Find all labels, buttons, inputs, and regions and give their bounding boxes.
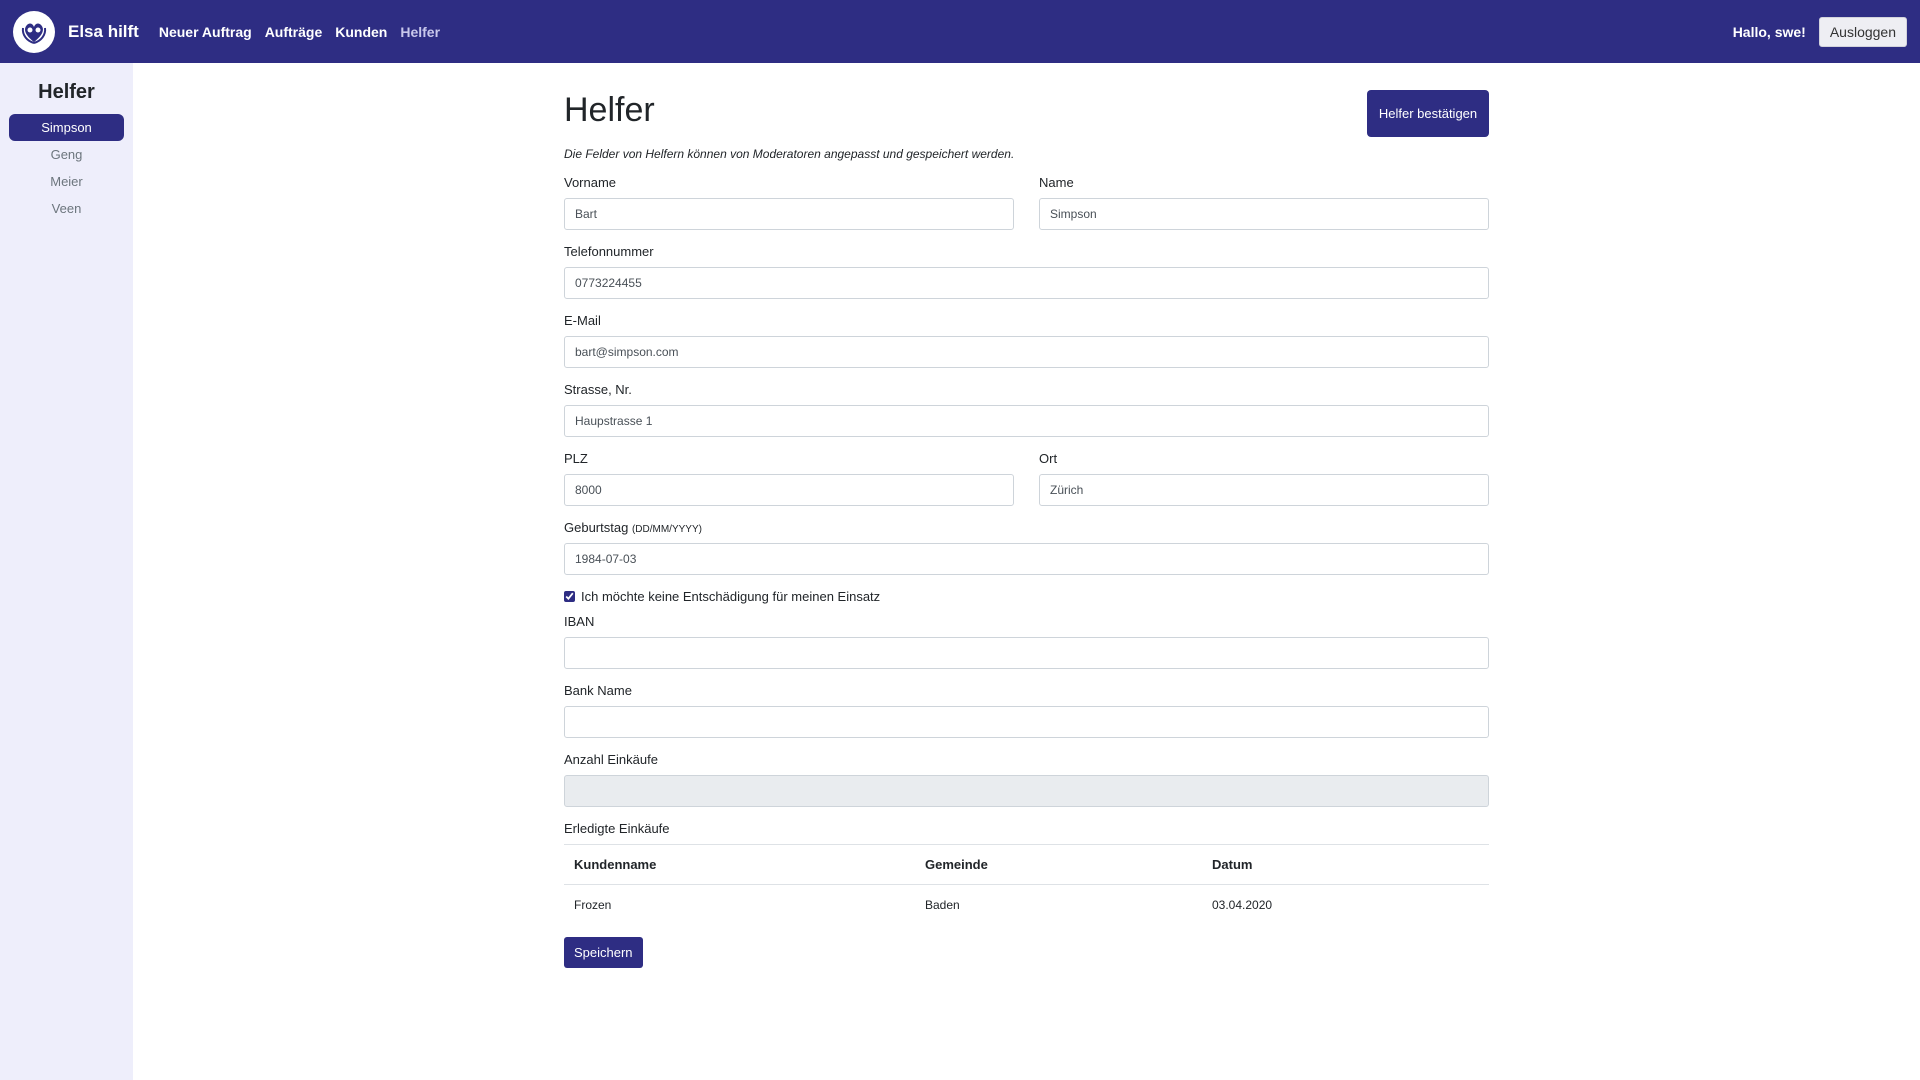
geburtstag-label-text: Geburtstag (564, 520, 629, 535)
vorname-label: Vorname (564, 175, 617, 190)
sidebar-title: Helfer (38, 81, 95, 103)
page-header: Helfer Helfer bestätigen (564, 63, 1489, 147)
no-compensation-checkbox[interactable] (564, 591, 575, 602)
confirm-helper-button[interactable]: Helfer bestätigen (1367, 90, 1489, 137)
no-compensation-row: Ich möchte keine Entschädigung für meine… (564, 589, 1489, 604)
telefon-group: Telefonnummer (564, 244, 1489, 299)
save-button[interactable]: Speichern (564, 936, 643, 968)
header-kundenname: Kundenname (574, 857, 657, 872)
geburtstag-group: Geburtstag (DD/MM/YYYY) (564, 520, 1489, 575)
cell-datum: 03.04.2020 (1212, 897, 1273, 912)
no-compensation-label: Ich möchte keine Entschädigung für meine… (581, 589, 881, 604)
geburtstag-input[interactable] (564, 543, 1489, 575)
iban-label: IBAN (564, 614, 595, 629)
vorname-input[interactable] (564, 198, 1014, 230)
nav-links: Neuer Auftrag Aufträge Kunden Helfer (159, 24, 453, 40)
nav-link-auftraege[interactable]: Aufträge (265, 24, 323, 40)
sidebar-item-veen[interactable]: Veen (9, 195, 124, 222)
purchases-label: Erledigte Einkäufe (564, 821, 670, 836)
heart-hands-icon[interactable] (13, 10, 55, 53)
sidebar-item-geng[interactable]: Geng (9, 141, 124, 168)
user-greeting: Hallo, swe! (1732, 23, 1806, 40)
plz-group: PLZ (564, 451, 1014, 506)
bank-name-group: Bank Name (564, 683, 1489, 738)
brand-name[interactable]: Elsa hilft (68, 22, 139, 42)
iban-input[interactable] (564, 637, 1489, 669)
table-row: Frozen Baden 03.04.2020 (564, 885, 1489, 925)
strasse-group: Strasse, Nr. (564, 382, 1489, 437)
logout-button[interactable]: Ausloggen (1818, 16, 1907, 47)
cell-gemeinde: Baden (925, 897, 960, 912)
anzahl-einkaeufe-input (564, 775, 1489, 807)
name-group: Name (1039, 175, 1489, 230)
vorname-group: Vorname (564, 175, 1014, 230)
header-gemeinde: Gemeinde (925, 857, 988, 872)
ort-group: Ort (1039, 451, 1489, 506)
purchases-table: Kundenname Gemeinde Datum Frozen Baden 0… (564, 844, 1489, 925)
iban-group: IBAN (564, 614, 1489, 669)
table-header-row: Kundenname Gemeinde Datum (564, 844, 1489, 885)
page-title: Helfer (564, 91, 655, 129)
bank-name-input[interactable] (564, 706, 1489, 738)
anzahl-einkaeufe-label: Anzahl Einkäufe (564, 752, 658, 767)
nav-link-kunden[interactable]: Kunden (335, 24, 387, 40)
sidebar: Helfer Simpson Geng Meier Veen (0, 63, 133, 1080)
name-input[interactable] (1039, 198, 1489, 230)
header-datum: Datum (1212, 857, 1253, 872)
cell-kundenname: Frozen (574, 897, 612, 912)
plz-input[interactable] (564, 474, 1014, 506)
name-label: Name (1039, 175, 1074, 190)
geburtstag-label: Geburtstag (DD/MM/YYYY) (564, 520, 1489, 535)
ort-label: Ort (1039, 451, 1058, 466)
telefon-label: Telefonnummer (564, 244, 654, 259)
sidebar-item-meier[interactable]: Meier (9, 168, 124, 195)
ort-input[interactable] (1039, 474, 1489, 506)
nav-link-neuer-auftrag[interactable]: Neuer Auftrag (159, 24, 252, 40)
email-input[interactable] (564, 336, 1489, 368)
email-label: E-Mail (564, 313, 601, 328)
plz-label: PLZ (564, 451, 588, 466)
name-row: Vorname Name (564, 175, 1489, 244)
bank-name-label: Bank Name (564, 683, 632, 698)
email-group: E-Mail (564, 313, 1489, 368)
top-navbar: Elsa hilft Neuer Auftrag Aufträge Kunden… (0, 0, 1920, 63)
telefon-input[interactable] (564, 267, 1489, 299)
anzahl-einkaeufe-group: Anzahl Einkäufe (564, 752, 1489, 807)
nav-link-helfer[interactable]: Helfer (400, 24, 440, 40)
sidebar-item-simpson[interactable]: Simpson (9, 114, 124, 141)
plz-ort-row: PLZ Ort (564, 451, 1489, 520)
page-description: Die Felder von Helfern können von Modera… (564, 147, 1015, 161)
nav-user-area: Hallo, swe! Ausloggen (1732, 16, 1907, 47)
geburtstag-format-hint: (DD/MM/YYYY) (631, 524, 702, 535)
strasse-label: Strasse, Nr. (564, 382, 632, 397)
strasse-input[interactable] (564, 405, 1489, 437)
main-content: Helfer Helfer bestätigen Die Felder von … (564, 63, 1489, 968)
